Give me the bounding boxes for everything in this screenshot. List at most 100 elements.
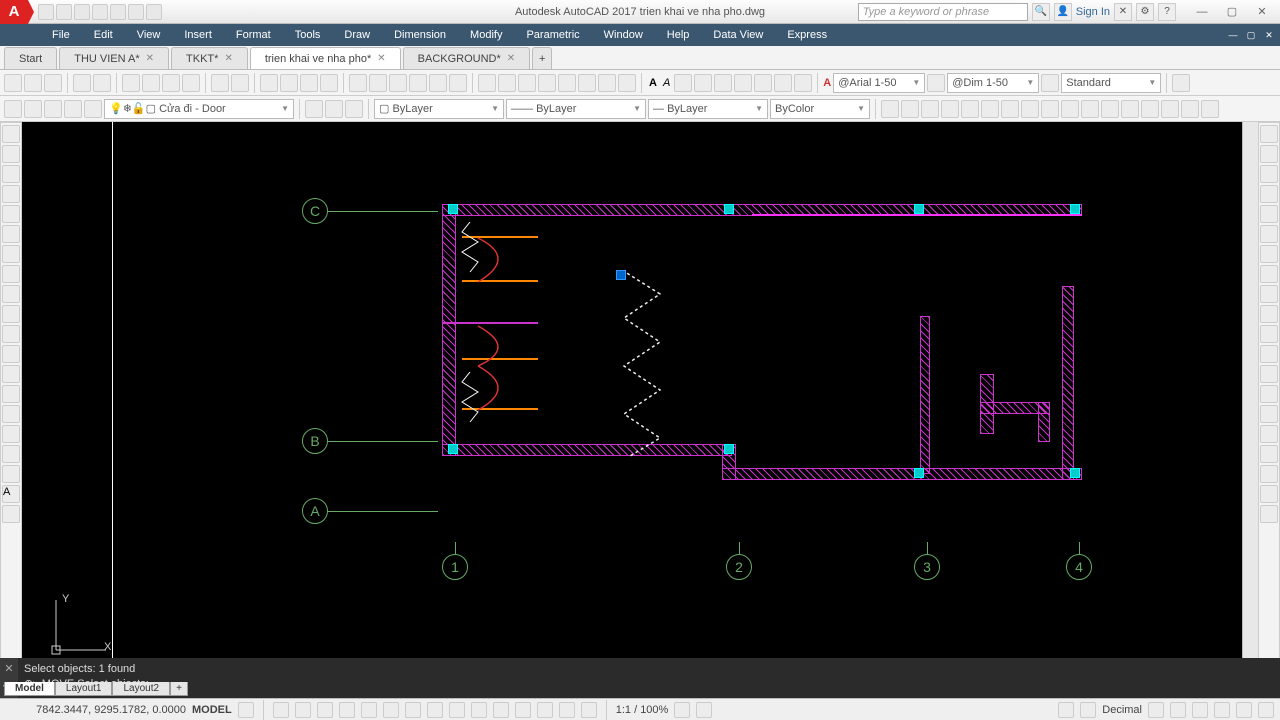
lengthen-icon[interactable] <box>1260 465 1278 483</box>
osnap-icon[interactable] <box>383 702 399 718</box>
plot-icon[interactable] <box>73 74 91 92</box>
color-select[interactable]: ByColor▼ <box>770 99 870 119</box>
help-search-input[interactable]: Type a keyword or phrase <box>858 3 1028 21</box>
region-icon[interactable] <box>578 74 596 92</box>
layout-tab-2[interactable]: Layout2 <box>112 682 170 696</box>
hatch-icon[interactable] <box>2 405 20 423</box>
spline-icon[interactable] <box>2 285 20 303</box>
spell-icon[interactable] <box>754 74 772 92</box>
pline-icon[interactable] <box>2 165 20 183</box>
menu-help[interactable]: Help <box>655 24 702 46</box>
props-icon[interactable] <box>349 74 367 92</box>
xline-icon[interactable] <box>2 145 20 163</box>
text-justify-icon[interactable] <box>714 74 732 92</box>
dim-dia-icon[interactable] <box>981 100 999 118</box>
command-prompt[interactable]: ⊕▸ MOVE Select objects: <box>24 677 1274 692</box>
join-icon[interactable] <box>1260 365 1278 383</box>
close-icon[interactable]: ✕ <box>377 53 385 64</box>
layer-props-icon[interactable] <box>4 100 22 118</box>
markup-icon[interactable] <box>429 74 447 92</box>
layer-color-icon[interactable] <box>84 100 102 118</box>
new-icon[interactable] <box>4 74 22 92</box>
addsel-icon[interactable] <box>2 505 20 523</box>
dim-center-icon[interactable] <box>1141 100 1159 118</box>
array-icon[interactable] <box>1260 205 1278 223</box>
search-icon[interactable]: 🔍 <box>1032 3 1050 21</box>
break-icon[interactable] <box>1260 345 1278 363</box>
tab-thuvien[interactable]: THU VIEN A*✕ <box>59 47 169 69</box>
dim-style-select[interactable]: @Dim 1-50▼ <box>947 73 1039 93</box>
region-icon[interactable] <box>2 445 20 463</box>
infer-icon[interactable] <box>295 702 311 718</box>
zoom-icon[interactable] <box>280 74 298 92</box>
circle-icon[interactable] <box>2 245 20 263</box>
tpy-icon[interactable] <box>515 702 531 718</box>
insert-icon[interactable] <box>2 345 20 363</box>
ellipse-arc-icon[interactable] <box>2 325 20 343</box>
vertical-scrollbar[interactable] <box>1242 122 1258 676</box>
dim-quick-icon[interactable] <box>1021 100 1039 118</box>
hatch-icon[interactable] <box>498 74 516 92</box>
print-icon[interactable] <box>146 4 162 20</box>
grip[interactable] <box>448 204 458 214</box>
table-icon[interactable] <box>518 74 536 92</box>
dim-space-icon[interactable] <box>1081 100 1099 118</box>
doc-minimize-button[interactable]: — <box>1224 27 1242 43</box>
layer-select[interactable]: 💡❄🔓▢ Cửa đi - Door▼ <box>104 99 294 119</box>
dim-update-icon[interactable] <box>1201 100 1219 118</box>
app-logo[interactable]: A <box>0 0 28 24</box>
dim-ang-icon[interactable] <box>1001 100 1019 118</box>
close-button[interactable]: ✕ <box>1248 3 1276 21</box>
layer-on-icon[interactable] <box>24 100 42 118</box>
minimize-button[interactable]: — <box>1188 3 1216 21</box>
explode-icon[interactable] <box>1260 425 1278 443</box>
gradient-icon[interactable] <box>2 425 20 443</box>
layout-tab-model[interactable]: Model <box>4 682 55 696</box>
iso-icon[interactable] <box>361 702 377 718</box>
menu-draw[interactable]: Draw <box>332 24 382 46</box>
text-scale-icon[interactable] <box>694 74 712 92</box>
table-style-icon[interactable] <box>1041 74 1059 92</box>
hw-accel-icon[interactable] <box>1214 702 1230 718</box>
saveas-icon[interactable] <box>92 4 108 20</box>
rect-icon[interactable] <box>2 205 20 223</box>
point-icon[interactable] <box>2 385 20 403</box>
paste-icon[interactable] <box>162 74 180 92</box>
dyn-icon[interactable] <box>471 702 487 718</box>
grip[interactable] <box>724 204 734 214</box>
copy-icon[interactable] <box>142 74 160 92</box>
scale-icon[interactable] <box>1260 265 1278 283</box>
wipeout-icon[interactable] <box>598 74 616 92</box>
menu-format[interactable]: Format <box>224 24 283 46</box>
sc-icon[interactable] <box>559 702 575 718</box>
layer-freeze-icon[interactable] <box>44 100 62 118</box>
command-line[interactable]: ✕🔧 Select objects: 1 found ⊕▸ MOVE Selec… <box>0 658 1280 698</box>
ann-vis-icon[interactable] <box>674 702 690 718</box>
layout-add-button[interactable]: + <box>170 682 188 696</box>
drawing-canvas[interactable]: C B A 1 2 3 4 <box>22 122 1242 676</box>
open-icon[interactable] <box>56 4 72 20</box>
menu-express[interactable]: Express <box>775 24 839 46</box>
cut-icon[interactable] <box>122 74 140 92</box>
align-icon[interactable] <box>1260 445 1278 463</box>
polar-icon[interactable] <box>339 702 355 718</box>
stretch-icon[interactable] <box>1260 285 1278 303</box>
copy-obj-icon[interactable] <box>1260 145 1278 163</box>
edit-pline-icon[interactable] <box>1260 485 1278 503</box>
undo-icon[interactable] <box>110 4 126 20</box>
menu-modify[interactable]: Modify <box>458 24 514 46</box>
design-center-icon[interactable] <box>369 74 387 92</box>
tab-background[interactable]: BACKGROUND*✕ <box>403 47 531 69</box>
ann-a-icon[interactable]: A <box>823 77 831 89</box>
linetype-select[interactable]: ▢ ByLayer▼ <box>374 99 504 119</box>
dim-cont-icon[interactable] <box>1061 100 1079 118</box>
dim-icon[interactable] <box>927 74 945 92</box>
grip[interactable] <box>1070 468 1080 478</box>
lineweight-select[interactable]: — ByLayer▼ <box>648 99 768 119</box>
menu-file[interactable]: File <box>40 24 82 46</box>
dim-tedit-icon[interactable] <box>1181 100 1199 118</box>
grip-active[interactable] <box>616 270 626 280</box>
menu-insert[interactable]: Insert <box>172 24 224 46</box>
zoom-readout[interactable]: 1:1 / 100% <box>616 704 669 716</box>
tab-tkkt[interactable]: TKKT*✕ <box>171 47 248 69</box>
